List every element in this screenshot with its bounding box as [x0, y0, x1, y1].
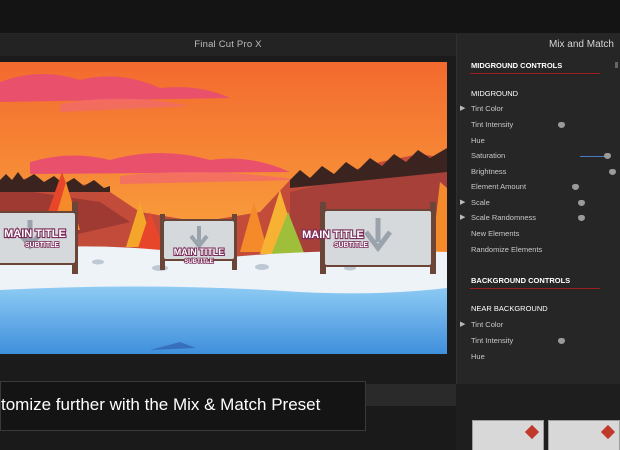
param-tint-intensity[interactable]: Tint Intensity: [470, 118, 620, 132]
sign-left-subtitle: SUBTITLE: [25, 242, 60, 249]
saturation-slider-track[interactable]: [580, 156, 606, 157]
inspector-panel: Mix and Match MIDGROUND CONTROLS MIDGROU…: [456, 34, 620, 384]
disclosure-triangle-icon[interactable]: ▶: [460, 196, 465, 210]
inspector-header: Mix and Match: [548, 39, 614, 50]
sign-right-subtitle: SUBTITLE: [334, 242, 369, 249]
section-midground-controls: MIDGROUND CONTROLS: [471, 61, 563, 70]
scrollbar-thumb[interactable]: [615, 62, 618, 68]
section-background-controls: BACKGROUND CONTROLS: [471, 276, 571, 285]
clip-marker-icon: [600, 424, 616, 440]
section-divider: [470, 73, 600, 74]
param-bg-tint-color[interactable]: ▶ Tint Color: [460, 318, 620, 332]
browser-thumbnail[interactable]: [472, 420, 544, 450]
group-near-background[interactable]: NEAR BACKGROUND: [470, 302, 620, 316]
disclosure-triangle-icon[interactable]: ▶: [460, 102, 465, 116]
param-element-amount[interactable]: Element Amount: [470, 180, 620, 194]
slider-thumb-icon[interactable]: [578, 215, 585, 221]
frozen-lake: [0, 286, 447, 354]
slider-thumb-icon[interactable]: [558, 338, 565, 344]
app-title: Final Cut Pro X: [194, 39, 262, 50]
slider-thumb-icon[interactable]: [609, 169, 616, 175]
param-hue[interactable]: Hue: [470, 134, 620, 148]
param-scale[interactable]: ▶ Scale: [460, 196, 620, 210]
clip-marker-icon: [524, 424, 540, 440]
sign-center-subtitle: SUBTITLE: [184, 259, 213, 265]
section-divider: [470, 288, 600, 289]
param-scale-randomness[interactable]: ▶ Scale Randomness: [460, 211, 620, 225]
param-randomize-elements[interactable]: Randomize Elements: [470, 243, 620, 257]
window-top-strip: [0, 0, 620, 34]
param-brightness[interactable]: Brightness: [470, 165, 620, 179]
disclosure-triangle-icon[interactable]: ▶: [460, 211, 465, 225]
slider-thumb-icon[interactable]: [604, 153, 611, 159]
param-bg-tint-intensity[interactable]: Tint Intensity: [470, 334, 620, 348]
slider-thumb-icon[interactable]: [558, 122, 565, 128]
scene-illustration: MAIN TITLE SUBTITLE MAIN TITLE SUBTITLE …: [0, 62, 447, 354]
browser-thumbnail[interactable]: [548, 420, 620, 450]
caption-overlay: tomize further with the Mix & Match Pres…: [0, 381, 366, 431]
sign-left-title: MAIN TITLE: [4, 228, 66, 240]
param-bg-hue[interactable]: Hue: [470, 350, 620, 364]
param-tint-color[interactable]: ▶ Tint Color: [460, 102, 620, 116]
disclosure-triangle-icon[interactable]: ▶: [460, 318, 465, 332]
viewer-canvas[interactable]: MAIN TITLE SUBTITLE MAIN TITLE SUBTITLE …: [0, 62, 447, 354]
slider-thumb-icon[interactable]: [572, 184, 579, 190]
group-midground[interactable]: MIDGROUND: [470, 87, 620, 101]
sign-center-title: MAIN TITLE: [174, 247, 225, 257]
viewer-header: Final Cut Pro X: [0, 34, 456, 56]
caption-text: tomize further with the Mix & Match Pres…: [1, 395, 321, 414]
param-new-elements[interactable]: New Elements: [470, 227, 620, 241]
param-saturation[interactable]: Saturation: [470, 149, 620, 163]
sign-right-title: MAIN TITLE: [302, 229, 364, 241]
slider-thumb-icon[interactable]: [578, 200, 585, 206]
